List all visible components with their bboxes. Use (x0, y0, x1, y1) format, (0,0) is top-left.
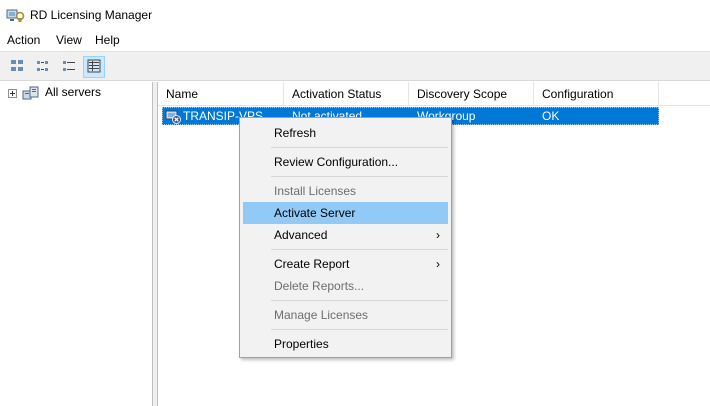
menu-separator (271, 249, 448, 250)
large-icons-view-icon (9, 58, 25, 77)
column-header-name[interactable]: Name (158, 82, 284, 106)
submenu-arrow-icon: › (436, 257, 440, 271)
list-header: Name Activation Status Discovery Scope C… (158, 82, 710, 106)
column-header-discovery-scope[interactable]: Discovery Scope (409, 82, 534, 106)
cell-configuration: OK (542, 109, 560, 123)
toolbar (0, 51, 710, 81)
tree-item-all-servers[interactable]: All servers (45, 85, 101, 99)
list-view-icon (61, 58, 77, 77)
menu-view[interactable]: View (56, 33, 82, 47)
menu-separator (271, 300, 448, 301)
column-header-configuration[interactable]: Configuration (534, 82, 659, 106)
context-menu-create-report-label: Create Report (274, 257, 350, 271)
context-menu-review-configuration[interactable]: Review Configuration... (243, 151, 448, 173)
context-menu-properties[interactable]: Properties (243, 333, 448, 355)
list-view-button[interactable] (58, 56, 80, 78)
menu-separator (271, 147, 448, 148)
context-menu-create-report[interactable]: Create Report › (243, 253, 448, 275)
details-view-button[interactable] (83, 56, 105, 78)
context-menu-activate-server[interactable]: Activate Server (243, 202, 448, 224)
menu-bar: Action View Help (0, 31, 710, 50)
context-menu-install-licenses: Install Licenses (274, 184, 357, 198)
server-error-icon (165, 109, 181, 124)
menu-separator (271, 176, 448, 177)
menu-action[interactable]: Action (7, 33, 40, 47)
tree-expand-toggle[interactable] (8, 89, 17, 98)
server-group-icon (22, 85, 42, 101)
title-bar: RD Licensing Manager (0, 0, 710, 30)
column-header-activation-status[interactable]: Activation Status (284, 82, 409, 106)
tree-pane: All servers (0, 82, 153, 406)
context-menu-advanced[interactable]: Advanced › (243, 224, 448, 246)
context-menu-manage-licenses: Manage Licenses (274, 308, 369, 322)
context-menu-refresh[interactable]: Refresh (243, 122, 448, 144)
context-menu-delete-reports: Delete Reports... (274, 279, 365, 293)
menu-help[interactable]: Help (95, 33, 120, 47)
context-menu-advanced-label: Advanced (274, 228, 328, 242)
menu-separator (271, 329, 448, 330)
details-view-icon (86, 58, 102, 77)
window-title: RD Licensing Manager (30, 8, 153, 22)
submenu-arrow-icon: › (436, 228, 440, 242)
context-menu: Refresh Review Configuration... Install … (239, 117, 452, 358)
rd-licensing-icon (6, 7, 26, 23)
small-icons-view-icon (35, 58, 51, 77)
large-icons-view-button[interactable] (6, 56, 28, 78)
small-icons-view-button[interactable] (32, 56, 54, 78)
